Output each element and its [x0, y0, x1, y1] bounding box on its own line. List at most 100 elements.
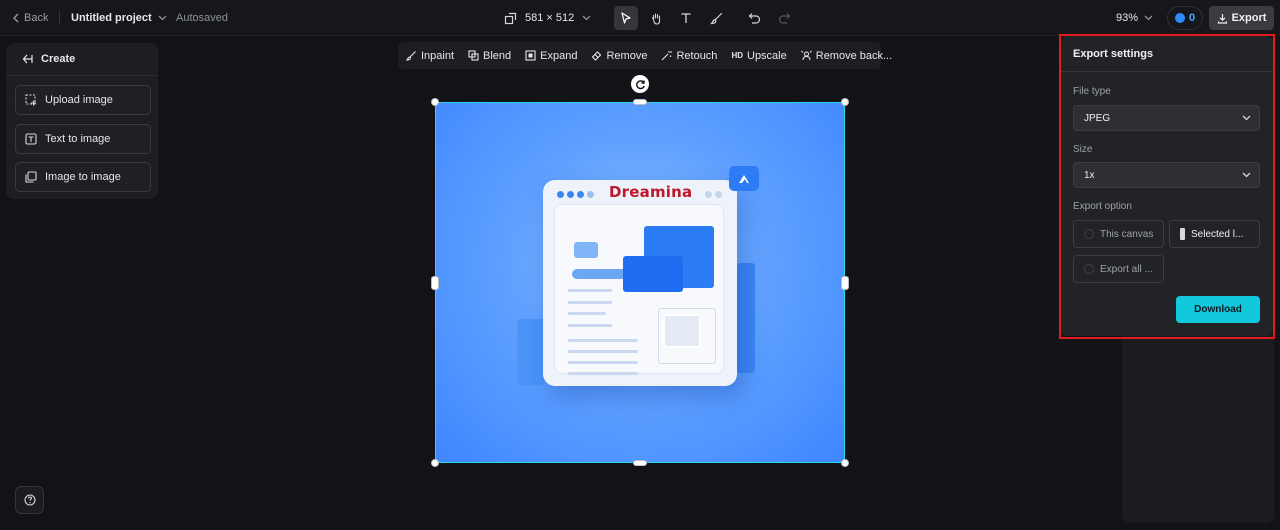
hand-tool-button[interactable]: [644, 6, 668, 30]
option-this-canvas[interactable]: This canvas: [1073, 220, 1164, 248]
file-type-value: JPEG: [1084, 112, 1111, 124]
hand-icon: [650, 12, 663, 25]
right-side-panel: [1122, 335, 1274, 523]
illustration-line: [568, 289, 612, 292]
divider: [1061, 71, 1273, 72]
canvas-image[interactable]: Dreamina: [435, 102, 845, 463]
option-selected-layer[interactable]: Selected l...: [1169, 220, 1260, 248]
brush-tool-button[interactable]: [704, 6, 728, 30]
redo-button[interactable]: [772, 6, 796, 30]
download-button[interactable]: Download: [1176, 296, 1260, 323]
text-to-image-label: Text to image: [45, 133, 111, 145]
resize-handle-left[interactable]: [431, 276, 439, 290]
size-value: 1x: [1084, 169, 1095, 181]
cursor-icon: [620, 12, 632, 24]
text-to-image-button[interactable]: Text to image: [15, 124, 151, 154]
illustration-shadow-block: [737, 263, 755, 373]
window-dot: [587, 191, 594, 198]
resize-handle-bottom-left[interactable]: [431, 459, 439, 467]
size-select[interactable]: 1x: [1073, 162, 1260, 188]
canvas-size-value: 581 × 512: [525, 12, 575, 24]
retouch-button[interactable]: Retouch: [661, 50, 717, 62]
download-icon: [1217, 13, 1228, 24]
remove-background-button[interactable]: Remove back...: [800, 49, 893, 62]
arrow-left-icon: [22, 54, 33, 64]
remove-button[interactable]: Remove: [591, 50, 647, 62]
remove-background-label: Remove back...: [815, 49, 893, 62]
rotate-handle[interactable]: [631, 75, 649, 93]
hd-icon: HD: [731, 51, 743, 60]
inpaint-label: Inpaint: [421, 49, 455, 62]
resize-handle-bottom[interactable]: [633, 460, 647, 466]
radio-icon: [1084, 264, 1094, 274]
illustration-line: [568, 339, 638, 342]
upscale-label: Upscale: [747, 49, 787, 62]
help-icon: [23, 494, 36, 506]
resize-handle-top-right[interactable]: [841, 98, 849, 106]
image-image-icon: [25, 171, 37, 183]
credits-badge[interactable]: 0: [1167, 6, 1203, 30]
help-button[interactable]: [15, 486, 44, 514]
illustration-pill: [572, 269, 628, 279]
resize-icon: [504, 12, 517, 25]
illustration-blue-block: [623, 256, 683, 292]
top-bar: Back Untitled project Autosaved 581 × 51…: [0, 0, 1280, 36]
chevron-down-icon: [1242, 115, 1251, 121]
inpaint-icon: [406, 50, 417, 61]
export-label: Export: [1231, 12, 1267, 24]
divider: [59, 11, 60, 25]
rotate-icon: [635, 79, 646, 90]
brand-text: Dreamina: [609, 183, 693, 201]
export-settings-panel: Export settings File type JPEG Size 1x E…: [1061, 36, 1273, 336]
window-dot: [705, 191, 712, 198]
remove-label: Remove: [606, 49, 648, 62]
blend-button[interactable]: Blend: [468, 50, 511, 62]
canvas-size-dropdown[interactable]: 581 × 512: [504, 0, 591, 36]
blend-label: Blend: [483, 49, 512, 62]
brush-icon: [709, 12, 723, 25]
upscale-button[interactable]: HD Upscale: [731, 50, 786, 62]
file-type-select[interactable]: JPEG: [1073, 105, 1260, 131]
expand-button[interactable]: Expand: [525, 50, 577, 62]
project-name-dropdown[interactable]: Untitled project: [71, 0, 167, 36]
credits-count: 0: [1188, 12, 1196, 24]
illustration-line: [568, 324, 612, 327]
upload-image-label: Upload image: [45, 94, 113, 106]
undo-button[interactable]: [742, 6, 766, 30]
window-dot: [567, 191, 574, 198]
upload-image-button[interactable]: Upload image: [15, 85, 151, 115]
illustration-thumb: [663, 314, 701, 348]
illustration-badge-icon: [729, 166, 759, 191]
option-export-all[interactable]: Export all ...: [1073, 255, 1164, 283]
retouch-label: Retouch: [676, 49, 718, 62]
image-to-image-button[interactable]: Image to image: [15, 162, 151, 192]
blend-icon: [468, 50, 479, 61]
export-button[interactable]: Export: [1209, 6, 1274, 30]
create-header[interactable]: Create: [6, 43, 158, 76]
option-selected-layer-label: Selected l...: [1191, 228, 1244, 240]
inpaint-button[interactable]: Inpaint: [406, 50, 454, 62]
back-button[interactable]: Back: [12, 0, 48, 36]
chevron-down-icon: [582, 15, 591, 21]
canvas-tools: [614, 0, 796, 36]
file-type-label: File type: [1073, 86, 1111, 97]
window-dot: [557, 191, 564, 198]
select-tool-button[interactable]: [614, 6, 638, 30]
resize-handle-right[interactable]: [841, 276, 849, 290]
resize-handle-top[interactable]: [633, 99, 647, 105]
resize-handle-bottom-right[interactable]: [841, 459, 849, 467]
export-settings-title: Export settings: [1073, 48, 1154, 60]
expand-icon: [525, 50, 536, 61]
create-panel: Create Upload image Text to image Image …: [6, 43, 158, 199]
text-tool-button[interactable]: [674, 6, 698, 30]
upload-image-icon: [25, 94, 37, 106]
window-dot: [715, 191, 722, 198]
expand-label: Expand: [540, 49, 578, 62]
autosave-status: Autosaved: [176, 12, 228, 24]
resize-handle-top-left[interactable]: [431, 98, 439, 106]
zoom-dropdown[interactable]: 93%: [1116, 0, 1153, 36]
chevron-down-icon: [1242, 172, 1251, 178]
chevron-down-icon: [158, 15, 167, 21]
undo-icon: [748, 12, 761, 24]
illustration-square: [574, 242, 598, 258]
